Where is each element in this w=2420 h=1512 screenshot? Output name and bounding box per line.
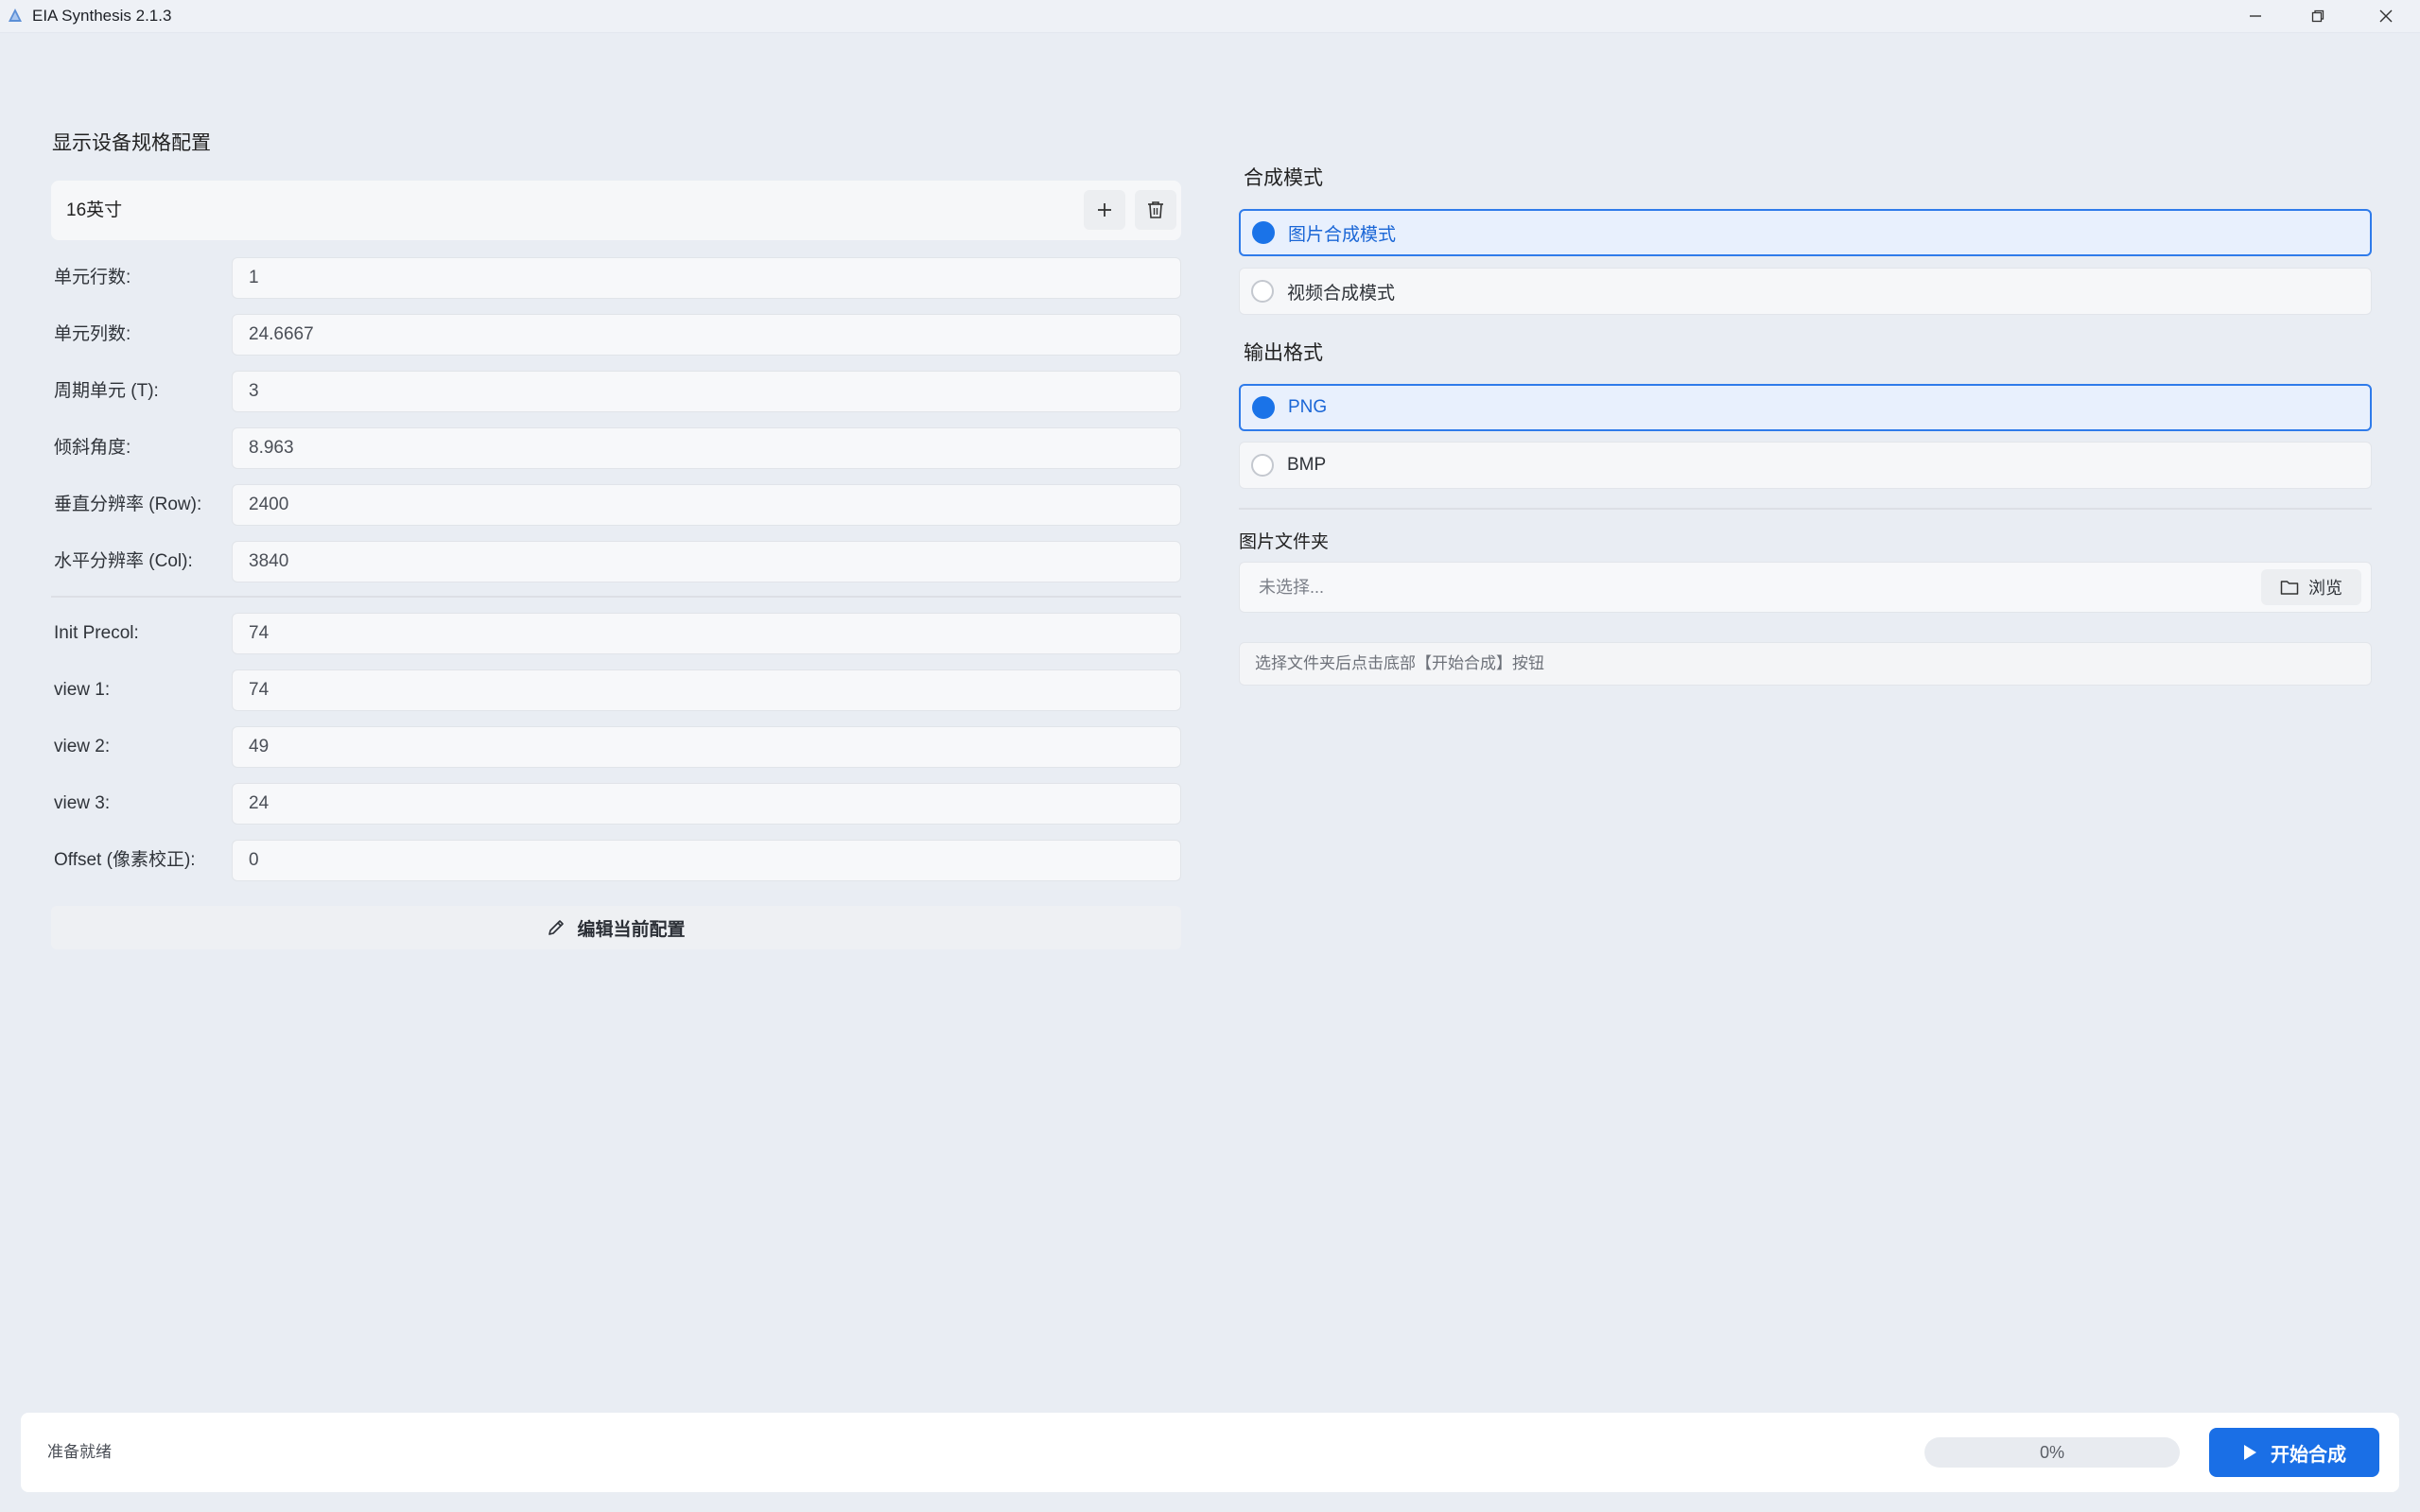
edit-config-label: 编辑当前配置 xyxy=(577,919,686,940)
pencil-icon xyxy=(548,920,565,935)
close-button[interactable] xyxy=(2355,0,2417,32)
start-synthesis-button[interactable]: 开始合成 xyxy=(2209,1428,2379,1477)
cell-cols-label: 单元列数: xyxy=(54,324,131,344)
view3-input[interactable]: 24 xyxy=(232,783,1181,825)
browse-button[interactable]: 浏览 xyxy=(2261,569,2361,605)
browse-label: 浏览 xyxy=(2308,579,2342,598)
device-config-title: 显示设备规格配置 xyxy=(52,132,211,154)
radio-png[interactable]: PNG xyxy=(1239,384,2372,431)
radio-unselected-icon xyxy=(1251,280,1274,303)
offset-input[interactable]: 0 xyxy=(232,840,1181,881)
view1-label: view 1: xyxy=(54,680,111,700)
restore-icon xyxy=(2311,9,2324,23)
trash-icon xyxy=(1148,201,1163,218)
right-divider xyxy=(1239,508,2372,510)
tilt-angle-label: 倾斜角度: xyxy=(54,438,131,458)
folder-path-field[interactable]: 未选择... 浏览 xyxy=(1239,562,2372,613)
radio-selected-icon xyxy=(1252,221,1275,244)
view1-input[interactable]: 74 xyxy=(232,669,1181,711)
status-text: 准备就绪 xyxy=(47,1443,112,1461)
cell-cols-input[interactable]: 24.6667 xyxy=(232,314,1181,356)
hint-message: 选择文件夹后点击底部【开始合成】按钮 xyxy=(1239,642,2372,686)
radio-png-label: PNG xyxy=(1288,397,1328,417)
radio-image-mode-label: 图片合成模式 xyxy=(1288,224,1397,245)
radio-unselected-icon xyxy=(1251,454,1274,477)
radio-image-mode[interactable]: 图片合成模式 xyxy=(1239,209,2372,256)
title-bar: EIA Synthesis 2.1.3 xyxy=(0,0,2420,33)
progress-bar: 0% xyxy=(1924,1437,2180,1468)
close-icon xyxy=(2379,9,2393,23)
minimize-button[interactable] xyxy=(2224,0,2287,32)
view2-input[interactable]: 49 xyxy=(232,726,1181,768)
radio-bmp-label: BMP xyxy=(1287,455,1327,475)
folder-icon xyxy=(2280,581,2299,595)
status-bar: 准备就绪 0% 开始合成 xyxy=(21,1413,2399,1492)
folder-path-placeholder: 未选择... xyxy=(1259,578,1325,597)
restore-button[interactable] xyxy=(2287,0,2349,32)
edit-config-button[interactable]: 编辑当前配置 xyxy=(51,906,1181,949)
init-precol-input[interactable]: 74 xyxy=(232,613,1181,654)
cell-rows-input[interactable]: 1 xyxy=(232,257,1181,299)
format-section-title: 输出格式 xyxy=(1244,342,1323,364)
add-preset-button[interactable] xyxy=(1084,190,1125,230)
radio-video-mode-label: 视频合成模式 xyxy=(1287,283,1396,304)
offset-label: Offset (像素校正): xyxy=(54,850,196,870)
period-unit-input[interactable]: 3 xyxy=(232,371,1181,412)
field-divider xyxy=(51,596,1181,598)
folder-section-title: 图片文件夹 xyxy=(1239,532,1330,552)
tilt-angle-input[interactable]: 8.963 xyxy=(232,427,1181,469)
view2-label: view 2: xyxy=(54,737,111,756)
view3-label: view 3: xyxy=(54,793,111,813)
app-logo-icon xyxy=(6,7,25,26)
play-icon xyxy=(2244,1445,2256,1460)
minimize-icon xyxy=(2250,15,2261,17)
horizontal-resolution-label: 水平分辨率 (Col): xyxy=(54,551,193,571)
start-synthesis-label: 开始合成 xyxy=(2271,1444,2346,1466)
cell-rows-label: 单元行数: xyxy=(54,268,131,287)
preset-selector[interactable]: 16英寸 xyxy=(51,181,1181,240)
plus-icon xyxy=(1098,203,1111,217)
window-title: EIA Synthesis 2.1.3 xyxy=(32,7,172,25)
radio-bmp[interactable]: BMP xyxy=(1239,442,2372,489)
delete-preset-button[interactable] xyxy=(1135,190,1176,230)
horizontal-resolution-input[interactable]: 3840 xyxy=(232,541,1181,582)
vertical-resolution-input[interactable]: 2400 xyxy=(232,484,1181,526)
vertical-resolution-label: 垂直分辨率 (Row): xyxy=(54,495,202,514)
mode-section-title: 合成模式 xyxy=(1244,167,1323,189)
preset-name: 16英寸 xyxy=(66,200,123,220)
radio-selected-icon xyxy=(1252,396,1275,419)
period-unit-label: 周期单元 (T): xyxy=(54,381,159,401)
radio-video-mode[interactable]: 视频合成模式 xyxy=(1239,268,2372,315)
init-precol-label: Init Precol: xyxy=(54,623,139,643)
progress-text: 0% xyxy=(2039,1443,2064,1462)
